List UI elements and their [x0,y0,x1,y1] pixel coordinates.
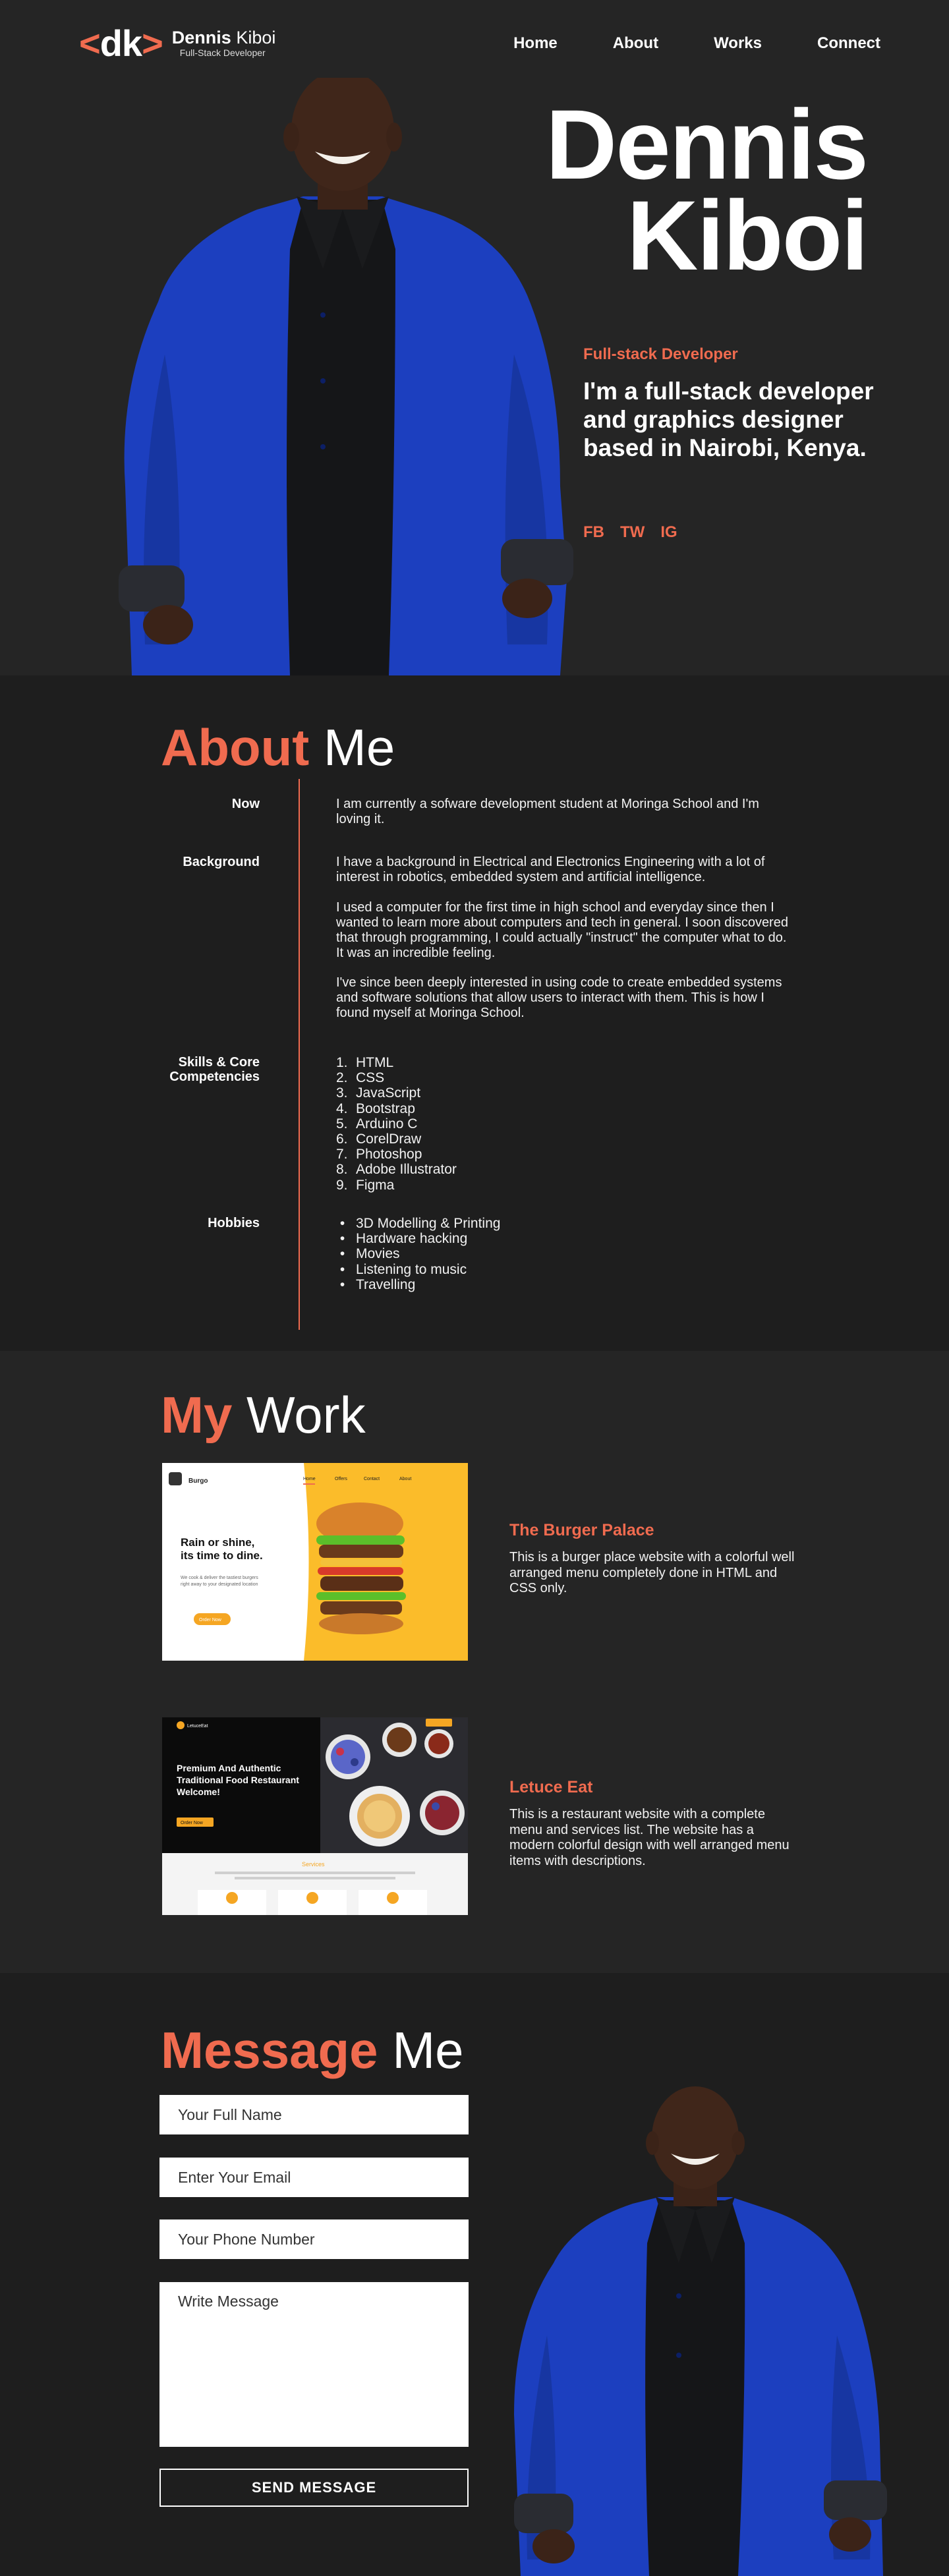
burger-headline-2: its time to dine. [181,1549,263,1562]
burger-body-1: We cook & deliver the tastiest burgers [181,1576,258,1580]
logo-bracket-right: > [142,22,163,64]
hero-role: Full-stack Developer [583,345,738,363]
skills-label: Skills & Core Competencies [169,1055,260,1084]
burger-logo: Burgo [188,1477,208,1485]
work-section: My Work Burgo Home Offers Contact About [0,1351,949,1973]
letuce-headline-1: Premium And Authentic [177,1763,281,1773]
list-item: 4. Bootstrap [336,1101,415,1116]
logo-subtitle: Full-Stack Developer [179,47,266,59]
phone-field[interactable] [159,2219,469,2259]
list-item: • Hardware hacking [336,1231,468,1247]
background-paragraph-1: I have a background in Electrical and El… [336,855,765,884]
hero-tagline: I'm a full-stack developer and graphics … [583,378,874,461]
burger-nav-contact: Contact [364,1477,380,1481]
logo-bracket-left: < [79,22,101,64]
letuce-eat-description: This is a restaurant website with a comp… [509,1807,790,1868]
message-heading: Message Me [161,2020,464,2080]
skills-list: 1. HTML 2. CSS 3. JavaScript 4. Bootstrap 5.… [336,1055,457,1193]
logo-text: Dennis Kiboi Full-Stack Developer [172,28,276,58]
about-heading: About Me [161,718,395,778]
list-item: • Travelling [336,1276,416,1292]
facebook-link[interactable]: FB [583,523,604,542]
about-section: About Me Now I am currently a sofware de… [0,675,949,1351]
burger-palace-thumbnail[interactable]: Burgo Home Offers Contact About Rain or … [162,1463,468,1661]
letuce-eat-title[interactable]: Letuce Eat [509,1778,592,1797]
twitter-link[interactable]: TW [620,523,645,542]
site-logo[interactable]: <dk> Dennis Kiboi Full-Stack Developer [79,25,275,62]
full-name-field[interactable] [159,2095,469,2134]
hero-name-heading: Dennis Kiboi [546,95,869,285]
work-heading-accent: My [161,1386,233,1444]
list-item: 7. Photoshop [336,1147,422,1162]
list-item: • Movies [336,1246,400,1262]
background-label: Background [183,855,260,869]
list-item: 9. Figma [336,1177,395,1193]
message-heading-accent: Message [161,2021,378,2079]
nav-about-link[interactable]: About [613,34,658,53]
about-divider [299,779,300,1330]
hero-section: <dk> Dennis Kiboi Full-Stack Developer H… [0,0,949,675]
about-heading-rest: Me [323,718,395,776]
burger-palace-description: This is a burger place website with a co… [509,1550,795,1595]
social-links: FB TW IG [583,523,677,542]
logo-name: Dennis Kiboi [172,28,276,48]
letuce-services-title: Services [302,1861,325,1868]
send-message-button[interactable]: SEND MESSAGE [159,2469,469,2507]
burger-body-2: right away to your designated location [181,1582,258,1587]
background-paragraph-2: I used a computer for the first time in … [336,900,788,960]
burger-headline-1: Rain or shine, [181,1536,254,1549]
list-item: 1. HTML [336,1055,394,1070]
work-heading-rest: Work [246,1386,366,1444]
instagram-link[interactable]: IG [660,523,677,542]
logo-letters: dk [100,22,142,64]
now-label: Now [231,797,260,811]
letuce-cta: Order Now [181,1821,204,1825]
message-field[interactable] [159,2282,469,2447]
letuce-headline-2: Traditional Food Restaurant [177,1775,299,1785]
hero-name-line2: Kiboi [627,180,869,291]
list-item: 6. CorelDraw [336,1131,422,1147]
letuce-headline-3: Welcome! [177,1787,220,1797]
about-heading-accent: About [161,718,310,776]
burger-palace-title[interactable]: The Burger Palace [509,1521,654,1540]
burger-nav-offers: Offers [335,1477,347,1481]
nav-home-link[interactable]: Home [513,34,558,53]
burger-palace-screenshot: Burgo Home Offers Contact About Rain or … [162,1463,468,1661]
logo-mark: <dk> [79,25,163,62]
hobbies-label: Hobbies [208,1216,260,1230]
letuce-eat-screenshot: LetuceEat Premium And Authentic Traditio… [162,1717,468,1915]
burger-nav-about: About [399,1477,411,1481]
main-nav: Home About Works Connect [458,34,880,53]
list-item: • 3D Modelling & Printing [336,1216,501,1231]
hobbies-list: • 3D Modelling & Printing • Hardware hacki… [336,1216,501,1292]
burger-cta: Order Now [199,1618,222,1622]
now-text: I am currently a sofware development stu… [336,797,759,826]
list-item: • Listening to music [336,1261,467,1277]
logo-first-name: Dennis [171,28,231,48]
work-heading: My Work [161,1385,366,1445]
skills-label-line2: Competencies [169,1070,260,1084]
contact-portrait-photo [514,2086,887,2576]
background-paragraph-3: I've since been deeply interested in usi… [336,975,782,1020]
burger-nav-home: Home [303,1477,316,1481]
letuce-logo: LetuceEat [187,1724,208,1729]
hero-portrait-photo [119,78,573,675]
nav-works-link[interactable]: Works [714,34,762,53]
letuce-eat-thumbnail[interactable]: LetuceEat Premium And Authentic Traditio… [162,1717,468,1915]
nav-connect-link[interactable]: Connect [817,34,880,53]
list-item: 5. Arduino C [336,1116,418,1131]
email-field[interactable] [159,2158,469,2197]
logo-last-name: Kiboi [236,28,276,48]
message-section: Message Me SEND MESSAGE [0,1973,949,2576]
message-heading-rest: Me [392,2021,464,2079]
list-item: 2. CSS [336,1070,385,1086]
list-item: 8. Adobe Illustrator [336,1162,457,1178]
skills-label-line1: Skills & Core [178,1055,260,1070]
list-item: 3. JavaScript [336,1085,421,1101]
